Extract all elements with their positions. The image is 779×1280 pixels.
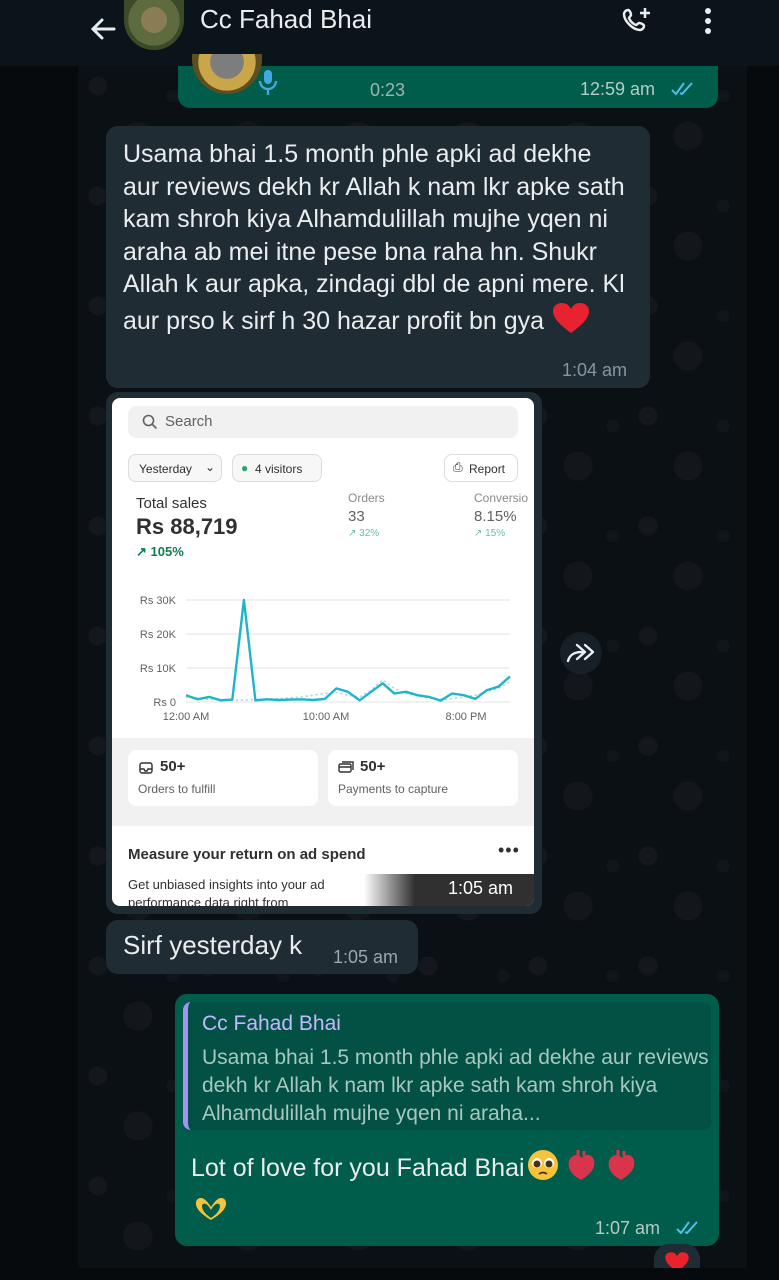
y-tick-label: Rs 30K bbox=[140, 595, 177, 607]
forward-icon bbox=[566, 643, 595, 663]
right-frame bbox=[747, 0, 779, 1280]
inbox-icon bbox=[139, 762, 153, 774]
forward-button[interactable] bbox=[560, 632, 602, 674]
card-value: 50+ bbox=[160, 758, 186, 775]
visitors-badge: ● 4 visitors bbox=[232, 454, 322, 482]
x-tick-label: 12:00 AM bbox=[163, 711, 209, 723]
message-time: 12:59 am bbox=[580, 79, 656, 99]
quoted-message[interactable]: Cc Fahad Bhai Usama bhai 1.5 month phle … bbox=[183, 1002, 711, 1130]
report-button: ⎙ Report bbox=[444, 454, 518, 482]
incoming-message[interactable]: Usama bhai 1.5 month phle apki ad dekhe … bbox=[106, 126, 650, 388]
report-icon: ⎙ bbox=[453, 460, 463, 474]
sender-avatar bbox=[192, 54, 262, 94]
anatomical-heart-emoji-icon bbox=[568, 1150, 594, 1180]
orders-value: 33 bbox=[348, 508, 365, 525]
chat-header: Cc Fahad Bhai bbox=[0, 0, 779, 66]
measure-title: Measure your return on ad spend bbox=[128, 846, 366, 863]
left-frame bbox=[0, 0, 78, 1280]
date-filter: Yesterday ⌄ bbox=[128, 454, 222, 482]
message-text: Lot of love for you Fahad Bhai bbox=[191, 1154, 525, 1182]
outgoing-reply-message[interactable]: Cc Fahad Bhai Usama bhai 1.5 month phle … bbox=[175, 994, 719, 1246]
y-tick-label: Rs 10K bbox=[140, 663, 177, 675]
up-arrow-icon: ↗ bbox=[136, 544, 147, 559]
total-sales-label: Total sales bbox=[136, 495, 207, 512]
payments-to-capture-card: 50+ Payments to capture bbox=[328, 750, 518, 806]
total-sales-value: Rs 88,719 bbox=[136, 514, 238, 539]
orders-to-fulfill-card: 50+ Orders to fulfill bbox=[128, 750, 318, 806]
message-text: Usama bhai 1.5 month phle apki ad dekhe … bbox=[123, 140, 625, 335]
message-time: 1:07 am bbox=[595, 1218, 661, 1238]
quoted-sender: Cc Fahad Bhai bbox=[202, 1012, 341, 1035]
report-label: Report bbox=[469, 462, 506, 476]
quoted-text: Usama bhai 1.5 month phle apki ad dekhe … bbox=[202, 1046, 709, 1125]
voice-duration: 0:23 bbox=[370, 80, 406, 100]
y-tick-label: Rs 20K bbox=[140, 629, 177, 641]
search-placeholder: Search bbox=[165, 413, 213, 430]
payment-icon bbox=[338, 761, 354, 773]
more-dots-icon: ••• bbox=[498, 840, 520, 860]
task-cards: 50+ Orders to fulfill 50+ Payments to ca… bbox=[112, 738, 534, 826]
chevron-down-icon: ⌄ bbox=[205, 460, 216, 474]
contact-avatar[interactable] bbox=[124, 0, 184, 50]
search-icon bbox=[142, 414, 158, 430]
orders-change-value: 32% bbox=[359, 528, 380, 539]
orders-change: ↗ 32% bbox=[348, 528, 380, 539]
x-tick-label: 8:00 PM bbox=[446, 711, 487, 723]
image-message[interactable]: Search Yesterday ⌄ ● 4 visitors ⎙ Report… bbox=[106, 392, 542, 914]
card-label: Payments to capture bbox=[338, 782, 449, 796]
pleading-face-emoji-icon bbox=[527, 1150, 558, 1180]
message-body: Usama bhai 1.5 month phle apki ad dekhe … bbox=[123, 138, 633, 337]
conversion-value: 8.15% bbox=[474, 508, 517, 525]
message-text: Sirf yesterday k bbox=[123, 930, 303, 960]
microphone-icon bbox=[258, 70, 278, 95]
anatomical-heart-emoji-icon bbox=[608, 1150, 634, 1180]
contact-name[interactable]: Cc Fahad Bhai bbox=[200, 4, 372, 35]
visitors-count: 4 visitors bbox=[255, 462, 303, 476]
heart-hands-emoji-icon bbox=[195, 1198, 227, 1220]
add-call-icon[interactable] bbox=[620, 4, 654, 38]
y-tick-label: Rs 0 bbox=[153, 697, 176, 709]
sales-dashboard-screenshot[interactable]: Search Yesterday ⌄ ● 4 visitors ⎙ Report… bbox=[112, 398, 534, 906]
conversion-change: ↗ 15% bbox=[474, 528, 506, 539]
x-tick-label: 10:00 AM bbox=[303, 711, 349, 723]
more-options-icon[interactable] bbox=[700, 6, 716, 36]
incoming-message[interactable]: Sirf yesterday k 1:05 am bbox=[106, 920, 418, 974]
back-arrow-icon[interactable] bbox=[88, 14, 118, 44]
search-bar: Search bbox=[128, 406, 518, 438]
card-label: Orders to fulfill bbox=[138, 782, 216, 796]
message-time: 1:05 am bbox=[448, 878, 514, 898]
live-dot-icon: ● bbox=[241, 461, 249, 475]
read-receipt-icon bbox=[676, 1221, 698, 1235]
measure-text: Get unbiased insights into your ad perfo… bbox=[128, 877, 325, 906]
message-time: 1:05 am bbox=[333, 947, 399, 967]
conversion-label: Conversio bbox=[474, 491, 529, 505]
sales-line-chart: Rs 30K Rs 20K Rs 10K Rs 0 12:00 AM 10:00 AM 8:… bbox=[140, 595, 511, 723]
red-heart-emoji-icon bbox=[553, 302, 589, 333]
read-receipt-icon bbox=[671, 82, 693, 96]
orders-label: Orders bbox=[348, 491, 385, 505]
sales-series-line bbox=[185, 598, 511, 702]
total-sales-change: ↗ 105% bbox=[136, 544, 184, 560]
conversion-change-value: 15% bbox=[485, 528, 506, 539]
total-sales-change-value: 105% bbox=[150, 544, 184, 559]
message-time: 1:04 am bbox=[562, 360, 628, 380]
bottom-frame bbox=[0, 1268, 779, 1280]
card-value: 50+ bbox=[360, 758, 386, 775]
voice-message-bubble[interactable]: 0:23 12:59 am bbox=[178, 54, 718, 108]
message-body: Lot of love for you Fahad Bhai bbox=[191, 1148, 641, 1183]
date-filter-label: Yesterday bbox=[139, 462, 192, 476]
